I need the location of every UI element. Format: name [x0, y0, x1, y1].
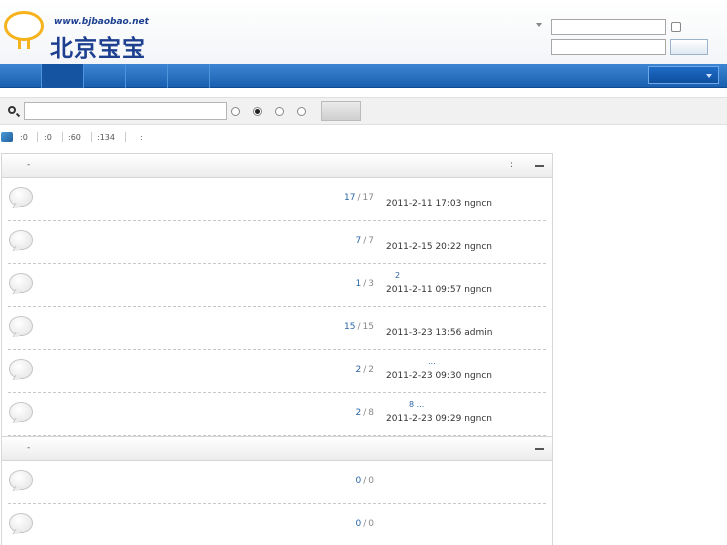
last-post-info[interactable]: 2011-2-11 17:03 ngncn — [386, 199, 492, 209]
last-post-info[interactable]: 2011-2-23 09:29 ngncn — [386, 414, 492, 424]
last-post-info[interactable]: 2011-2-23 09:30 ngncn — [386, 371, 492, 381]
forum-counts: 0/0 — [355, 519, 374, 529]
category-header[interactable]: - : — [2, 153, 552, 178]
stat-today: :0 — [20, 133, 28, 142]
search-type-radio-1[interactable] — [231, 107, 240, 116]
forum-list: - : 17/17 2011-2-11 17:03 ngncn 7/7 2011… — [1, 153, 553, 545]
forum-stats: :0 :0 :60 :134 : — [0, 130, 400, 146]
nav-item-4[interactable] — [126, 64, 168, 88]
username-field[interactable] — [551, 19, 666, 35]
chevron-down-icon — [706, 74, 712, 78]
site-header: www.bjbaobao.net 北京宝宝 — [0, 0, 727, 64]
forum-row[interactable]: 2/2 ... 2011-2-23 09:30 ngncn — [8, 350, 546, 393]
lightbulb-stem — [18, 39, 30, 49]
password-field[interactable] — [551, 39, 666, 55]
nav-item-5[interactable] — [168, 64, 210, 88]
collapse-icon[interactable] — [535, 448, 544, 450]
stat-members: : — [140, 133, 143, 142]
stat-yesterday: :0 — [44, 133, 52, 142]
search-bar — [0, 97, 727, 125]
login-type-dropdown-icon[interactable] — [536, 23, 542, 27]
forum-counts: 17/17 — [344, 193, 374, 203]
stats-chart-icon — [1, 132, 13, 142]
speech-bubble-icon — [9, 402, 33, 422]
last-post-info[interactable]: 2011-3-23 13:56 admin — [386, 328, 492, 338]
last-post-title[interactable]: 2 — [395, 271, 400, 280]
forum-row[interactable]: 0/0 — [8, 504, 546, 545]
quick-nav-dropdown[interactable] — [648, 66, 719, 84]
speech-bubble-icon — [9, 273, 33, 293]
forum-counts: 7/7 — [355, 236, 374, 246]
lightbulb-icon — [4, 11, 44, 41]
site-logo[interactable]: www.bjbaobao.net 北京宝宝 — [4, 7, 149, 62]
search-type-radio-4[interactable] — [297, 107, 306, 116]
stat-topics: :60 — [68, 133, 81, 142]
forum-row[interactable]: 1/3 2 2011-2-11 09:57 ngncn — [8, 264, 546, 307]
nav-item-1[interactable] — [0, 64, 42, 88]
forum-counts: 15/15 — [344, 322, 374, 332]
main-nav — [0, 64, 727, 88]
last-post-title[interactable]: ... — [428, 357, 436, 366]
stat-divider — [91, 132, 92, 142]
category-title: - — [27, 443, 31, 453]
logo-title: 北京宝宝 — [50, 35, 146, 62]
search-button[interactable] — [321, 101, 361, 121]
forum-counts: 1/3 — [355, 279, 374, 289]
forum-counts: 0/0 — [355, 476, 374, 486]
last-post-info[interactable]: 2011-2-15 20:22 ngncn — [386, 242, 492, 252]
stat-divider — [125, 132, 126, 142]
forum-row[interactable]: 0/0 — [8, 461, 546, 504]
search-icon — [8, 106, 16, 114]
speech-bubble-icon — [9, 230, 33, 250]
search-type-radio-3[interactable] — [275, 107, 284, 116]
forum-row[interactable]: 7/7 2011-2-15 20:22 ngncn — [8, 221, 546, 264]
forum-counts: 2/2 — [355, 365, 374, 375]
forum-row[interactable]: 15/15 2011-3-23 13:56 admin — [8, 307, 546, 350]
search-type-radio-2-selected[interactable] — [253, 107, 262, 116]
category-moderator: : — [510, 160, 514, 170]
last-post-info[interactable]: 2011-2-11 09:57 ngncn — [386, 285, 492, 295]
speech-bubble-icon — [9, 187, 33, 207]
logo-url-text: www.bjbaobao.net — [54, 17, 149, 27]
speech-bubble-icon — [9, 359, 33, 379]
forum-counts: 2/8 — [355, 408, 374, 418]
category-title: - — [27, 160, 31, 170]
stat-posts: :134 — [97, 133, 115, 142]
speech-bubble-icon — [9, 470, 33, 490]
login-button[interactable] — [670, 39, 708, 55]
nav-item-3[interactable] — [84, 64, 126, 88]
search-input[interactable] — [24, 102, 227, 120]
nav-item-2-active[interactable] — [42, 64, 84, 88]
stat-divider — [62, 132, 63, 142]
forum-row[interactable]: 2/8 8 ... 2011-2-23 09:29 ngncn — [8, 393, 546, 436]
speech-bubble-icon — [9, 513, 33, 533]
last-post-title[interactable]: 8 ... — [409, 400, 424, 409]
stat-divider — [37, 132, 38, 142]
collapse-icon[interactable] — [535, 165, 544, 167]
speech-bubble-icon — [9, 316, 33, 336]
forum-row[interactable]: 17/17 2011-2-11 17:03 ngncn — [8, 178, 546, 221]
category-header[interactable]: - — [2, 436, 552, 461]
remember-me-checkbox[interactable] — [671, 22, 681, 32]
